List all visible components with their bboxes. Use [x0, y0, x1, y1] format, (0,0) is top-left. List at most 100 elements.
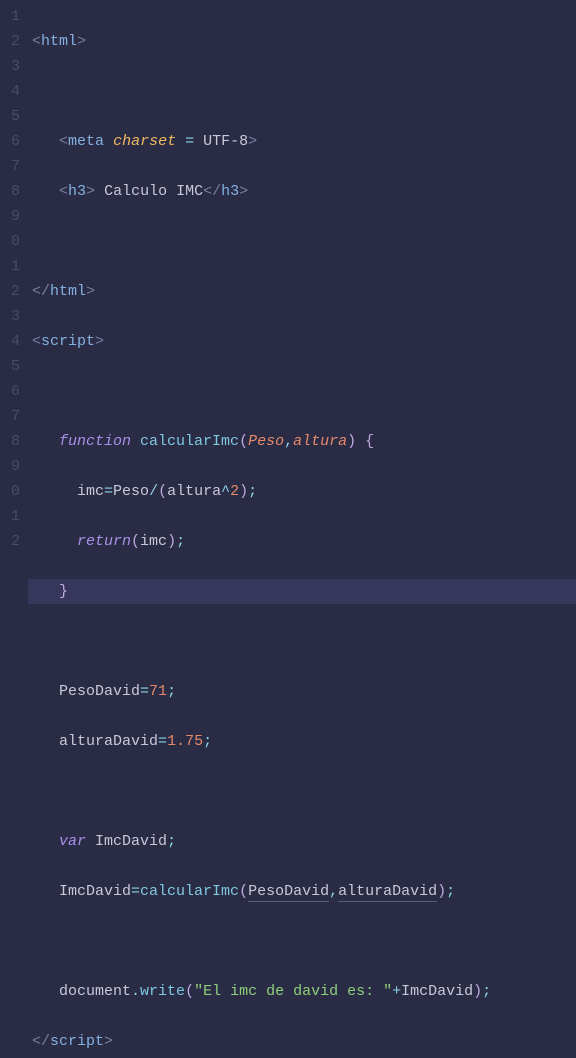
code-line[interactable]: <html>: [28, 29, 576, 54]
semicolon: ;: [248, 483, 257, 500]
function-name: calcularImc: [140, 433, 239, 450]
line-number: 1: [4, 504, 20, 529]
semicolon: ;: [203, 733, 212, 750]
string-literal: "El imc de david es: ": [194, 983, 392, 1000]
code-line[interactable]: </script>: [28, 1029, 576, 1054]
paren-close: ): [473, 983, 482, 1000]
line-number: 1: [4, 254, 20, 279]
comma: ,: [329, 883, 338, 900]
code-editor[interactable]: <html> <meta charset = UTF-8> <h3> Calcu…: [28, 0, 576, 529]
semicolon: ;: [446, 883, 455, 900]
assign-op: =: [131, 883, 140, 900]
variable: alturaDavid: [338, 883, 437, 902]
comma: ,: [284, 433, 293, 450]
keyword: function: [59, 433, 131, 450]
code-line[interactable]: [28, 79, 576, 104]
variable: alturaDavid: [59, 733, 158, 750]
line-number: 9: [4, 204, 20, 229]
semicolon: ;: [167, 683, 176, 700]
line-number: 8: [4, 429, 20, 454]
number: 2: [230, 483, 239, 500]
text-content: Calculo IMC: [95, 183, 203, 200]
variable: ImcDavid: [59, 883, 131, 900]
keyword: var: [59, 833, 86, 850]
line-number: 7: [4, 404, 20, 429]
paren-open: (: [239, 883, 248, 900]
code-line[interactable]: ImcDavid=calcularImc(PesoDavid,alturaDav…: [28, 879, 576, 904]
paren-open: (: [131, 533, 140, 550]
variable: ImcDavid: [95, 833, 167, 850]
code-line[interactable]: alturaDavid=1.75;: [28, 729, 576, 754]
tag-name: html: [41, 33, 77, 50]
tag-name: meta: [68, 133, 104, 150]
code-line[interactable]: [28, 629, 576, 654]
variable: PesoDavid: [59, 683, 140, 700]
tag-open: </: [203, 183, 221, 200]
variable: Peso: [113, 483, 149, 500]
code-line[interactable]: <script>: [28, 329, 576, 354]
param: Peso: [248, 433, 284, 450]
line-number: 4: [4, 79, 20, 104]
semicolon: ;: [176, 533, 185, 550]
attr-value: UTF-8: [203, 133, 248, 150]
code-line[interactable]: </html>: [28, 279, 576, 304]
variable: document: [59, 983, 131, 1000]
code-line[interactable]: [28, 929, 576, 954]
param: altura: [293, 433, 347, 450]
code-line[interactable]: imc=Peso/(altura^2);: [28, 479, 576, 504]
paren-close: ): [347, 433, 356, 450]
code-line[interactable]: [28, 229, 576, 254]
line-number: 8: [4, 179, 20, 204]
variable: PesoDavid: [248, 883, 329, 902]
code-line[interactable]: var ImcDavid;: [28, 829, 576, 854]
assign-op: =: [140, 683, 149, 700]
tag-close: >: [239, 183, 248, 200]
paren-open: (: [185, 983, 194, 1000]
code-line[interactable]: document.write("El imc de david es: "+Im…: [28, 979, 576, 1004]
brace-close: }: [59, 583, 68, 600]
code-line[interactable]: PesoDavid=71;: [28, 679, 576, 704]
paren-close: ): [239, 483, 248, 500]
paren-close: ): [437, 883, 446, 900]
line-number: 4: [4, 329, 20, 354]
equals-op: =: [176, 133, 203, 150]
tag-close: >: [248, 133, 257, 150]
line-number: 7: [4, 154, 20, 179]
semicolon: ;: [482, 983, 491, 1000]
line-number: 2: [4, 29, 20, 54]
semicolon: ;: [167, 833, 176, 850]
paren-close: ): [167, 533, 176, 550]
tag-open: <: [59, 183, 68, 200]
code-line[interactable]: <h3> Calculo IMC</h3>: [28, 179, 576, 204]
attr-name: charset: [113, 133, 176, 150]
function-call: write: [140, 983, 185, 1000]
variable: ImcDavid: [401, 983, 473, 1000]
code-line-active[interactable]: }: [28, 579, 576, 604]
tag-close: >: [77, 33, 86, 50]
line-number: 6: [4, 129, 20, 154]
tag-name: script: [41, 333, 95, 350]
brace-open: {: [365, 433, 374, 450]
assign-op: =: [158, 733, 167, 750]
xor-op: ^: [221, 483, 230, 500]
tag-open: <: [59, 133, 68, 150]
line-number-gutter: 1 2 3 4 5 6 7 8 9 0 1 2 3 4 5 6 7 8 9 0 …: [0, 0, 28, 529]
code-line[interactable]: return(imc);: [28, 529, 576, 554]
tag-name: html: [50, 283, 86, 300]
code-line[interactable]: [28, 779, 576, 804]
line-number: 0: [4, 479, 20, 504]
line-number: 2: [4, 529, 20, 554]
tag-close: >: [95, 333, 104, 350]
code-line[interactable]: function calcularImc(Peso,altura) {: [28, 429, 576, 454]
code-line[interactable]: <meta charset = UTF-8>: [28, 129, 576, 154]
variable: altura: [167, 483, 221, 500]
tag-name: h3: [68, 183, 86, 200]
line-number: 1: [4, 4, 20, 29]
tag-open: <: [32, 33, 41, 50]
line-number: 2: [4, 279, 20, 304]
number: 1.75: [167, 733, 203, 750]
keyword: return: [77, 533, 131, 550]
function-call: calcularImc: [140, 883, 239, 900]
tag-open: </: [32, 283, 50, 300]
code-line[interactable]: [28, 379, 576, 404]
